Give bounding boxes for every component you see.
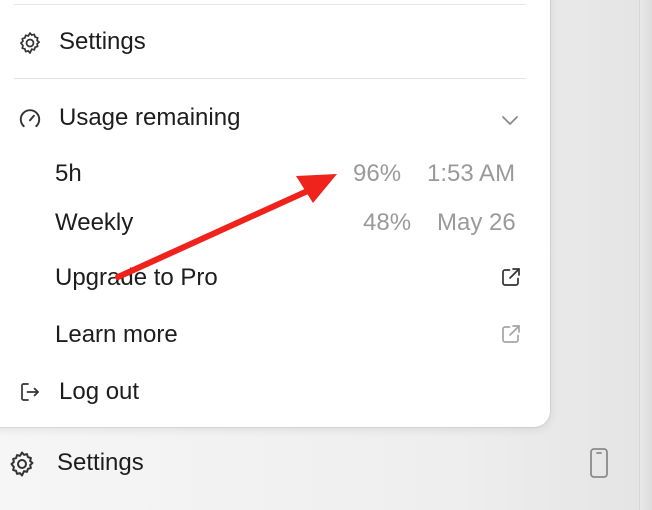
menu-item-upgrade[interactable]: Upgrade to Pro — [0, 254, 526, 302]
usage-percent: 48% — [363, 209, 412, 236]
logout-icon — [16, 378, 44, 406]
gear-icon — [16, 29, 44, 57]
usage-reset-date: May 26 — [437, 209, 516, 236]
menu-item-learn-more[interactable]: Learn more — [0, 311, 526, 359]
gauge-icon — [16, 105, 44, 133]
divider — [14, 4, 526, 5]
upgrade-label: Upgrade to Pro — [55, 264, 218, 291]
logout-label: Log out — [59, 378, 140, 405]
window-edge — [639, 0, 652, 510]
usage-row-5h: 5h 96% 1:53 AM — [0, 150, 526, 194]
usage-reset-time: 1:53 AM — [427, 160, 516, 187]
usage-percent: 96% — [353, 160, 402, 187]
external-link-icon — [497, 320, 525, 348]
menu-item-settings-label: Settings — [59, 28, 146, 55]
sidebar-settings-button[interactable]: Settings — [0, 440, 640, 490]
menu-item-settings[interactable]: Settings — [0, 18, 526, 66]
usage-remaining-toggle[interactable]: Usage remaining — [0, 94, 526, 142]
sidebar-settings-label: Settings — [57, 449, 144, 476]
phone-icon[interactable] — [585, 446, 613, 480]
external-link-icon — [497, 263, 525, 291]
usage-remaining-label: Usage remaining — [59, 104, 241, 131]
chevron-down-icon — [496, 106, 524, 134]
usage-row-label: 5h — [55, 160, 82, 187]
usage-row-label: Weekly — [55, 209, 134, 236]
divider — [14, 78, 526, 79]
menu-item-logout[interactable]: Log out — [0, 368, 526, 416]
learn-more-label: Learn more — [55, 321, 178, 348]
usage-row-weekly: Weekly 48% May 26 — [0, 199, 526, 243]
gear-icon — [6, 448, 38, 480]
